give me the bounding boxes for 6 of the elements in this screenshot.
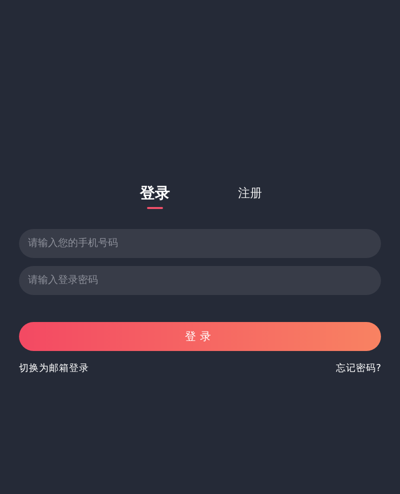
tab[interactable]: 注册 <box>238 184 262 209</box>
input-field[interactable]: 请输入您的手机号码 <box>19 229 381 258</box>
email-login-link[interactable]: 切换为邮箱登录 <box>19 362 89 375</box>
tab[interactable]: 登录 <box>140 184 170 209</box>
forgot-password-link[interactable]: 忘记密码? <box>336 362 381 375</box>
input-field[interactable]: 请输入登录密码 <box>19 266 381 295</box>
